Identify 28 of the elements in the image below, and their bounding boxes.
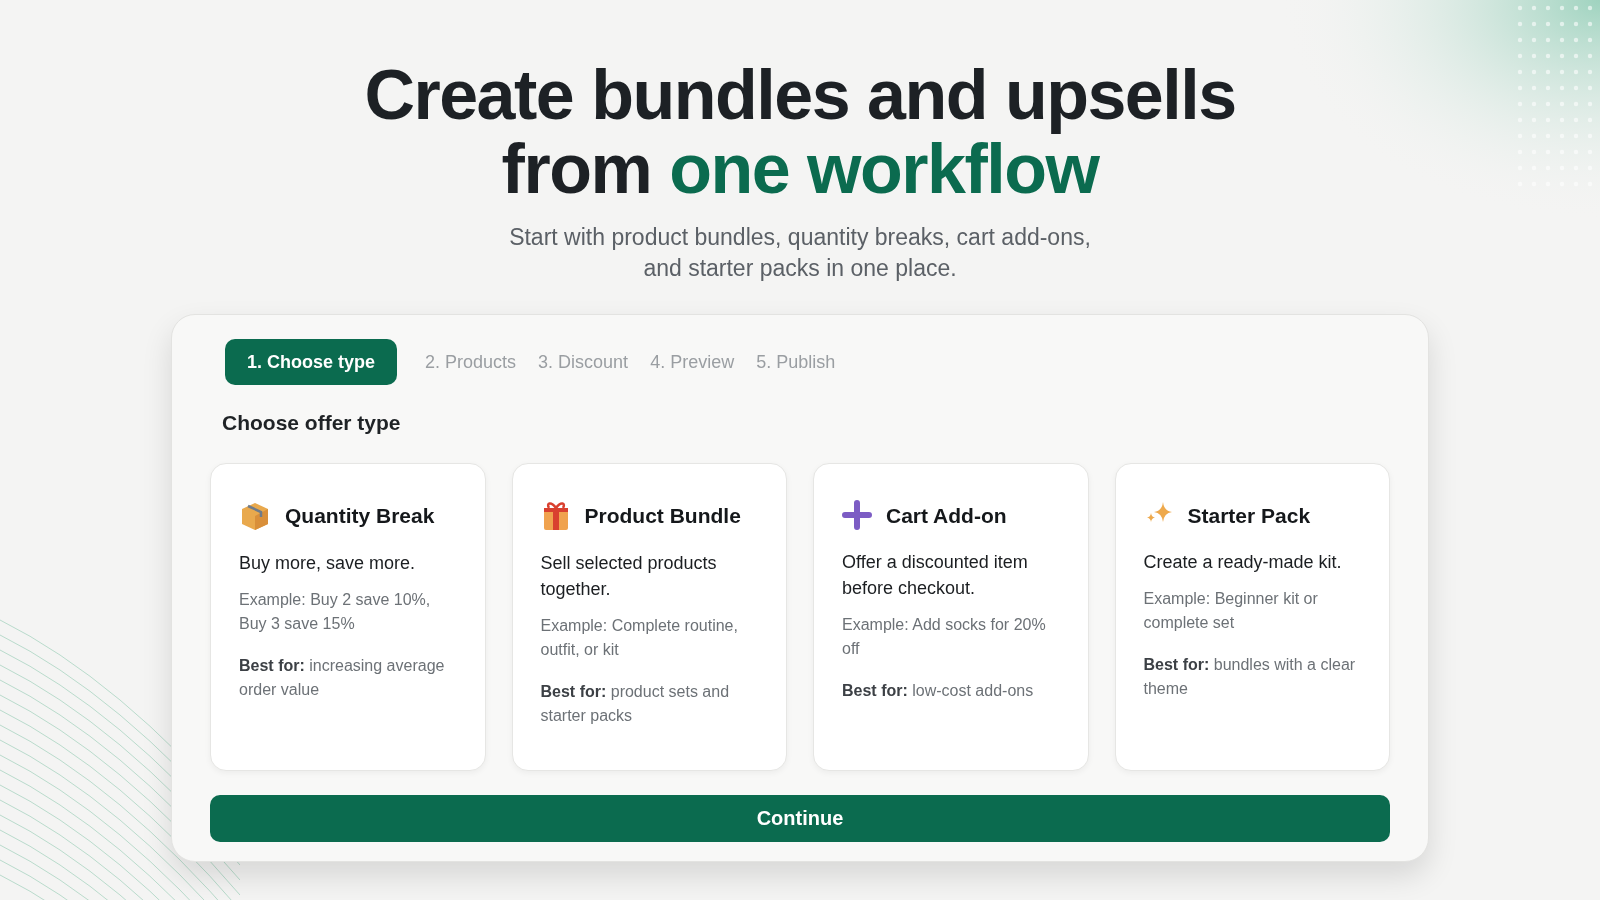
card-title: Cart Add-on xyxy=(886,502,1007,529)
offer-card[interactable]: Quantity Break Buy more, save more. Example: Buy 2 save 10%, Buy 3 save 15% Best for: increasing average order value xyxy=(210,462,486,771)
card-best-for: Best for: product sets and starter packs xyxy=(540,681,731,726)
card-title: Product Bundle xyxy=(584,502,741,529)
card-summary: Create a ready-made kit. xyxy=(1143,551,1343,574)
card-title: Quantity Break xyxy=(285,502,435,529)
step-tab[interactable]: 1. Choose type xyxy=(225,339,398,385)
card-example: Example: Buy 2 save 10%, Buy 3 save 15% xyxy=(239,589,432,634)
card-best-for: Best for: low-cost add-ons xyxy=(842,681,1035,701)
card-best-for: Best for: increasing average order value xyxy=(239,655,446,700)
plus-icon xyxy=(842,500,872,531)
offer-card[interactable]: Cart Add-on Offer a discounted item before checkout. Example: Add socks for 20% off Best for: low-cost add-ons xyxy=(813,462,1089,771)
headline-text: Create bundles and upsells xyxy=(364,58,1236,132)
card-summary: Sell selected products together. xyxy=(540,551,718,601)
section-title: Choose offer type xyxy=(221,410,402,436)
offer-card[interactable]: Product Bundle Sell selected products together. Example: Complete routine, outfit, or kit Best for: product sets and starter packs xyxy=(511,462,787,771)
card-example: Example: Add socks for 20% off xyxy=(842,615,1047,659)
card-summary: Offer a discounted item before checkout. xyxy=(842,551,1029,600)
headline-text: from xyxy=(501,130,652,208)
continue-button[interactable]: Continue xyxy=(210,794,1390,842)
subtitle-text: and starter packs in one place. xyxy=(642,254,958,283)
card-example: Example: Complete routine, outfit, or kit xyxy=(540,615,739,660)
card-summary: Buy more, save more. xyxy=(239,551,417,575)
subtitle-text: Start with product bundles, quantity breaks, cart add-ons, xyxy=(509,223,1091,252)
card-example: Example: Beginner kit or complete set xyxy=(1143,589,1319,633)
card-best-for: Best for: bundles with a clear theme xyxy=(1143,655,1357,699)
card-title: Starter Pack xyxy=(1187,502,1311,529)
offer-card[interactable]: Starter Pack Create a ready-made kit. Example: Beginner kit or complete set Best for: bundles with a clear theme xyxy=(1114,462,1390,771)
